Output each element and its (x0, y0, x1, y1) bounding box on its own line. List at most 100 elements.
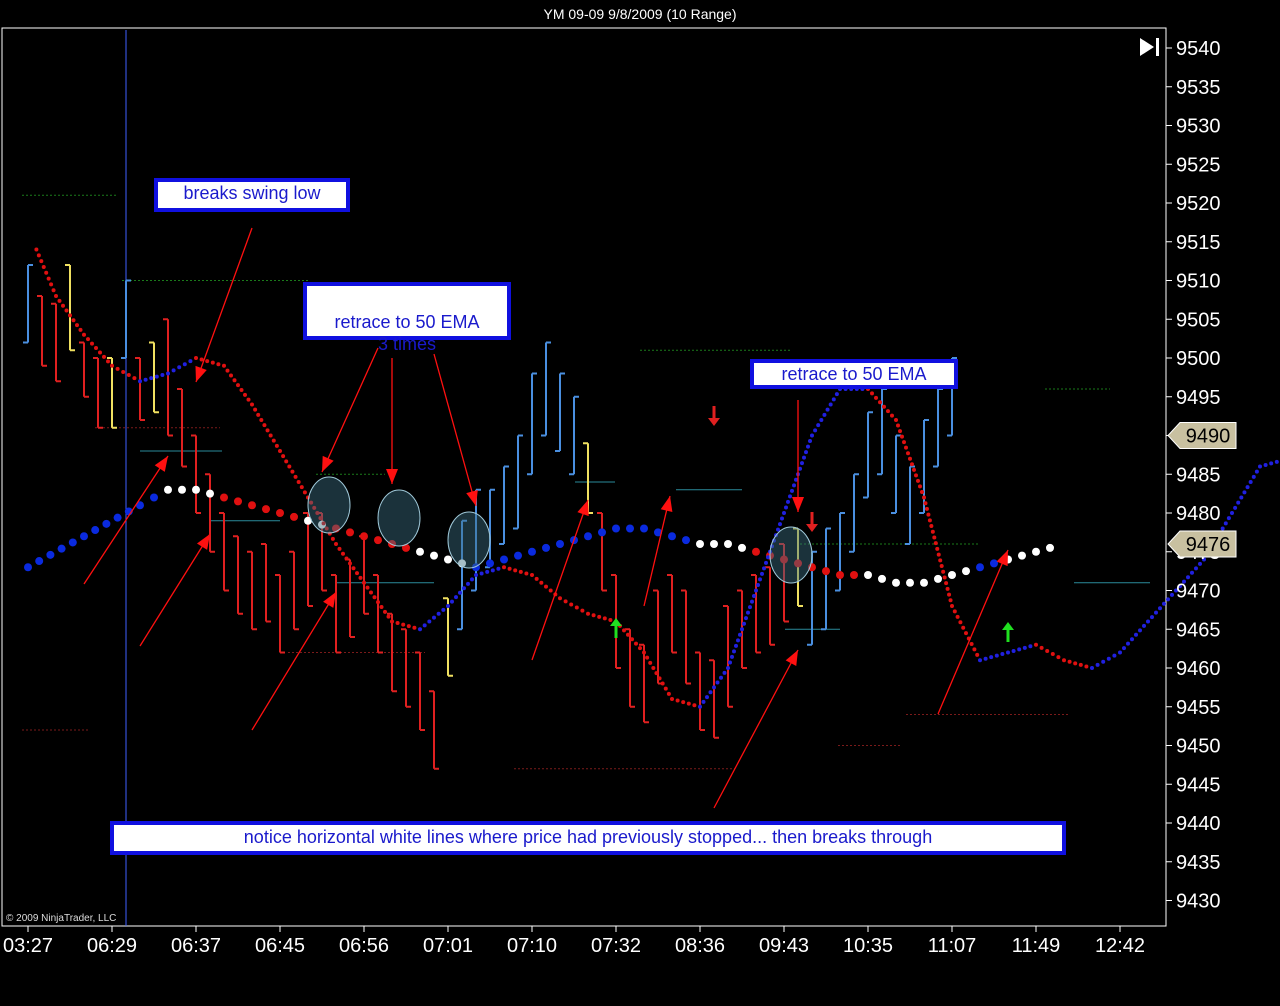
ema-fast-dot (496, 566, 501, 571)
ema-fast-dot (945, 586, 950, 591)
skip-to-end-icon[interactable] (1138, 36, 1162, 58)
ema-fast-dot (563, 599, 568, 604)
ema-fast-dot (708, 690, 713, 695)
ema-fast-dot (941, 569, 946, 574)
ema-fast-dot (395, 621, 400, 626)
ema-fast-dot (82, 332, 86, 337)
signal-down-arrow (806, 512, 818, 532)
ema-slow-dot (46, 550, 55, 559)
ema-fast-dot (369, 590, 373, 595)
ema-fast-dot (1090, 666, 1094, 670)
ema-fast-dot (271, 438, 276, 443)
ema-fast-dot (748, 605, 752, 610)
ema-slow-dot (346, 528, 354, 537)
price-bar (37, 295, 47, 367)
price-tag: 9490 (1167, 422, 1237, 449)
ema-fast-dot (914, 473, 918, 478)
ema-fast-dot (952, 609, 957, 614)
price-bar (681, 589, 691, 685)
ema-slow-series (24, 485, 1054, 587)
ema-fast-dot (362, 580, 366, 585)
ema-fast-dot (1150, 615, 1154, 620)
price-bar (709, 659, 719, 739)
annotation-arrow (195, 227, 253, 383)
ema-fast-dot (756, 582, 760, 587)
ema-fast-dot (758, 577, 762, 582)
ema-fast-dot (534, 576, 539, 581)
price-chart[interactable]: 9540 9535 9530 9525 9520 9515 9510 9505 9500 9495… (0, 0, 1280, 1006)
ema-fast-dot (726, 666, 730, 670)
ema-fast-dot (558, 596, 562, 601)
ema-fast-dot (586, 611, 590, 616)
x-tick-label: 11:07 (928, 935, 977, 957)
price-bar (499, 465, 509, 545)
ema-fast-dot (1062, 658, 1066, 663)
ema-fast-dot (436, 611, 441, 616)
ema-slow-dot (906, 578, 914, 587)
y-tick-label: 9495 (1176, 387, 1221, 409)
ema-fast-dot (831, 397, 836, 402)
ema-fast-dot (918, 484, 922, 489)
ema-slow-dot (220, 493, 228, 502)
ema-slow-dot (920, 578, 928, 587)
ema-fast-dot (591, 613, 596, 618)
ema-fast-dot (330, 536, 335, 541)
ema-fast-dot (969, 641, 974, 646)
ema-fast-dot (524, 571, 529, 576)
ema-fast-dot (1226, 516, 1231, 521)
x-axis-ticks: 03:27 06:29 06:37 06:45 06:56 07:01 07:10 07:32… (3, 926, 1145, 957)
ema-slow-dot (990, 559, 998, 568)
ema-slow-dot (1018, 551, 1026, 560)
ema-slow-dot (68, 538, 77, 547)
price-bar (51, 302, 61, 383)
ema-slow-dot (878, 574, 886, 583)
ema-fast-dot (1118, 650, 1122, 655)
y-tick-label: 9440 (1176, 813, 1221, 835)
ema-fast-dot (894, 418, 898, 422)
ema-fast-dot (90, 341, 94, 346)
price-bar (331, 574, 341, 654)
annotation-arrow (792, 400, 804, 512)
ema-fast-dot (1067, 659, 1072, 664)
ema-fast-dot (929, 524, 934, 529)
ema-fast-dot (1000, 652, 1005, 657)
ema-fast-dot (188, 359, 193, 364)
ema-fast-dot (61, 303, 65, 308)
annotation-text: retrace to 50 EMA (781, 364, 927, 384)
ema-fast-dot (110, 363, 114, 368)
x-tick-label: 08:36 (675, 935, 725, 957)
price-tag-label: 9490 (1186, 426, 1231, 448)
ema-fast-dot (1073, 661, 1078, 666)
ema-fast-dot (287, 464, 292, 469)
ema-fast-dot (1162, 601, 1166, 606)
ema-fast-dot (68, 313, 72, 318)
ema-fast-dot (474, 573, 478, 577)
ema-fast-dot (71, 318, 76, 323)
signal-head (806, 524, 818, 532)
arrow-shaft (321, 347, 379, 473)
ema-fast-dot (284, 459, 289, 464)
annotation-arrow (643, 495, 673, 607)
ema-fast-dot (825, 407, 830, 412)
ema-fast-dot (513, 568, 518, 573)
price-bar (373, 574, 383, 654)
ema-slow-dot (234, 497, 242, 506)
ema-slow-dot (276, 509, 284, 517)
ema-fast-dot (166, 371, 170, 376)
ema-slow-dot (542, 543, 550, 552)
ema-fast-dot (947, 592, 952, 597)
ema-fast-dot (383, 609, 387, 614)
price-bar (135, 357, 145, 421)
ema-slow-dot (262, 505, 270, 514)
ema-fast-dot (961, 625, 966, 630)
ema-fast-dot (274, 443, 279, 448)
ema-fast-dot (236, 383, 240, 388)
ema-fast-dot (1134, 632, 1138, 637)
ema-fast-dot (539, 580, 544, 585)
ema-fast-dot (1154, 610, 1158, 615)
price-bar (905, 465, 915, 545)
ema-fast-dot (939, 564, 944, 569)
arrow-head (323, 592, 336, 608)
ema-fast-dot (462, 586, 466, 591)
ema-slow-dot (416, 547, 424, 556)
